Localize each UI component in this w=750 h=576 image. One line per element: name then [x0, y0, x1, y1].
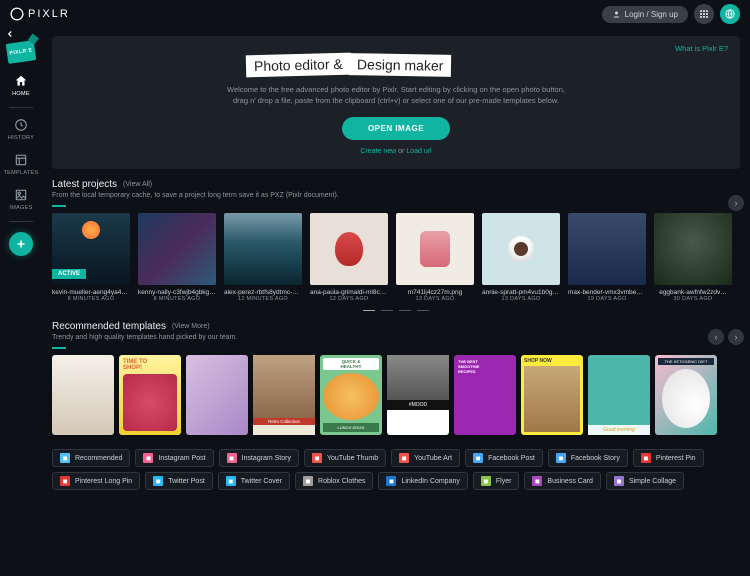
templates-title: Recommended templates	[52, 321, 166, 332]
project-card[interactable]: m741lj4cz27m.png13 days ago	[396, 213, 474, 302]
project-card[interactable]: ACTIVEkevin-mueller-aeng4ya41…8 minutes …	[52, 213, 130, 302]
hero-subtitle: Welcome to the free advanced photo edito…	[226, 84, 566, 107]
project-card[interactable]: max-bender-vmx3vmbecf…19 days ago	[568, 213, 646, 302]
active-badge: ACTIVE	[52, 269, 86, 279]
projects-section: Latest projects (View All) From the loca…	[52, 179, 740, 312]
tag-twitter-post[interactable]: ◼Twitter Post	[145, 472, 213, 490]
template-card[interactable]: TIME TOSHOP!	[119, 355, 181, 435]
create-new-link[interactable]: Create new	[360, 148, 396, 155]
project-card[interactable]: ana-paula-grimaldi-ml8cw…12 days ago	[310, 213, 388, 302]
project-card[interactable]: kenny-nally-c3fwjb4gbkg-u…8 minutes ago	[138, 213, 216, 302]
tag-simple-collage[interactable]: ◼Simple Collage	[606, 472, 684, 490]
tag-business-card[interactable]: ◼Business Card	[524, 472, 601, 490]
tag-instagram-post[interactable]: ◼Instagram Post	[135, 449, 213, 467]
template-card[interactable]: THE KETOGENIC DIET	[655, 355, 717, 435]
tag-facebook-post[interactable]: ◼Facebook Post	[465, 449, 543, 467]
sidebar-item-images[interactable]: Images	[0, 182, 42, 217]
tag-pinterest-pin[interactable]: ◼Pinterest Pin	[633, 449, 704, 467]
projects-title: Latest projects	[52, 179, 117, 190]
what-is-link[interactable]: What is Pixlr E?	[675, 44, 728, 53]
tag-linkedin-company[interactable]: ◼LinkedIn Company	[378, 472, 467, 490]
templates-sub: Trendy and high quality templates hand p…	[52, 334, 740, 341]
sidebar-item-label: Images	[9, 205, 32, 211]
templates-prev-icon[interactable]: ‹	[708, 329, 724, 345]
template-card[interactable]: #MOOD	[387, 355, 449, 435]
tag-pinterest-long-pin[interactable]: ◼Pinterest Long Pin	[52, 472, 140, 490]
tag-recommended[interactable]: ◼Recommended	[52, 449, 130, 467]
templates-next-icon[interactable]: ›	[728, 329, 744, 345]
login-label: Login / Sign up	[625, 10, 678, 19]
back-icon[interactable]	[4, 28, 16, 40]
add-button[interactable]	[9, 232, 33, 256]
load-url-link[interactable]: Load url	[406, 148, 431, 155]
template-card[interactable]: THE BESTSMOOTHIERECIPES	[454, 355, 516, 435]
hero-sublinks: Create new or Load url	[76, 148, 716, 155]
projects-viewall[interactable]: (View All)	[123, 181, 152, 188]
sidebar-item-history[interactable]: History	[0, 112, 42, 147]
templates-row: TIME TOSHOP! Retro Collection QUICK &HEA…	[52, 355, 740, 435]
hero-title: Photo editor &Design maker	[246, 54, 451, 76]
tag-roblox-clothes[interactable]: ◼Roblox Clothes	[295, 472, 373, 490]
open-image-button[interactable]: OPEN IMAGE	[342, 117, 450, 140]
project-card[interactable]: annie-spratt-pm4vu1b0gx…13 days ago	[482, 213, 560, 302]
globe-icon[interactable]	[720, 4, 740, 24]
project-card[interactable]: eggbank-awfnfw2zdv…30 days ago	[654, 213, 732, 302]
tag-youtube-art[interactable]: ◼YouTube Art	[391, 449, 460, 467]
sidebar-item-label: History	[8, 135, 34, 141]
projects-next-icon[interactable]: ›	[728, 195, 744, 211]
tag-youtube-thumb[interactable]: ◼YouTube Thumb	[304, 449, 386, 467]
logo[interactable]: PIXLR	[10, 7, 70, 21]
template-card[interactable]	[52, 355, 114, 435]
project-card[interactable]: alex-perez-rbtfs8ydtmc-un…12 minutes ago	[224, 213, 302, 302]
sidebar-item-home[interactable]: Home	[0, 68, 42, 103]
pagination-dots[interactable]	[52, 310, 740, 312]
template-card[interactable]: Retro Collection	[253, 355, 315, 435]
template-card[interactable]: SHOP NOW	[521, 355, 583, 435]
tag-twitter-cover[interactable]: ◼Twitter Cover	[218, 472, 290, 490]
sidebar-item-templates[interactable]: Templates	[0, 147, 42, 182]
tag-list: ◼Recommended ◼Instagram Post ◼Instagram St…	[52, 449, 740, 500]
hero: What is Pixlr E? Photo editor &Design ma…	[52, 36, 740, 169]
apps-icon[interactable]	[694, 4, 714, 24]
templates-section: Recommended templates (View More) Trendy…	[52, 321, 740, 500]
sidebar-item-label: Templates	[4, 170, 39, 176]
sidebar: PIXLR E Home History Templates Images	[0, 28, 42, 576]
template-card[interactable]	[186, 355, 248, 435]
template-card[interactable]: QUICK &HEALTHYLUNCH IDEAS	[320, 355, 382, 435]
header: PIXLR Login / Sign up	[0, 0, 750, 28]
projects-sub: From the local temporary cache, to save …	[52, 192, 740, 199]
logo-text: PIXLR	[28, 8, 70, 20]
templates-viewmore[interactable]: (View More)	[172, 323, 210, 330]
tag-instagram-story[interactable]: ◼Instagram Story	[219, 449, 299, 467]
tag-flyer[interactable]: ◼Flyer	[473, 472, 520, 490]
tag-facebook-story[interactable]: ◼Facebook Story	[548, 449, 628, 467]
sidebar-item-label: Home	[12, 91, 30, 97]
main-content: What is Pixlr E? Photo editor &Design ma…	[42, 28, 750, 576]
app-chip[interactable]: PIXLR E	[6, 40, 37, 64]
login-button[interactable]: Login / Sign up	[602, 6, 688, 23]
template-card[interactable]: Good morning	[588, 355, 650, 435]
projects-row: › ACTIVEkevin-mueller-aeng4ya41…8 minute…	[52, 213, 740, 302]
